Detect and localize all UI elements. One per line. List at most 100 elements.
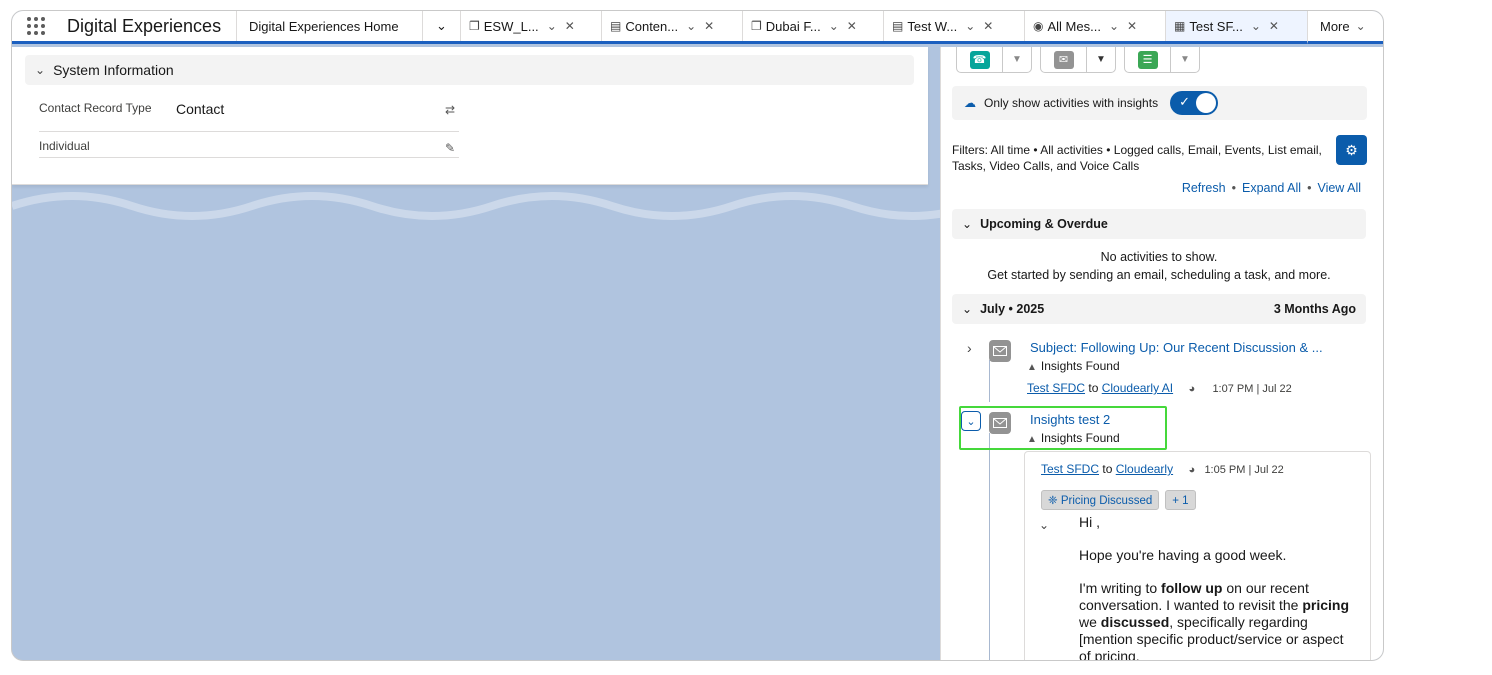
more-insights-pill[interactable]: + 1 xyxy=(1165,490,1196,510)
email-icon xyxy=(989,340,1011,362)
field-individual: Individual ✎ xyxy=(39,139,459,158)
doc-icon: ▤ xyxy=(892,19,904,33)
chevron-down-icon[interactable]: ⌄ xyxy=(965,19,975,33)
einstein-icon: ▲ xyxy=(1027,362,1037,373)
insights-toggle[interactable]: ✓ xyxy=(1170,91,1219,115)
recipient-link[interactable]: Cloudearly xyxy=(1116,462,1173,476)
chevron-down-icon: ⌄ xyxy=(1355,19,1366,33)
email-button[interactable]: ✉ xyxy=(1041,47,1087,72)
pencil-icon[interactable]: ✎ xyxy=(445,141,455,155)
tab-label: More xyxy=(1320,18,1350,34)
task-menu-button[interactable]: ▼ xyxy=(1171,47,1199,72)
tab-label: Test SF... xyxy=(1189,18,1243,34)
system-information-section-header[interactable]: ⌄ System Information xyxy=(25,55,914,85)
month-group-header[interactable]: ⌄ July • 2025 3 Months Ago xyxy=(952,294,1366,324)
background-pattern xyxy=(12,192,940,220)
recipient-link[interactable]: Cloudearly AI xyxy=(1102,381,1173,395)
email-button-group: ✉ ▼ xyxy=(1040,47,1116,73)
log-call-button-group: ☎ ▼ xyxy=(956,47,1032,73)
activity-subject-link[interactable]: Insights test 2 xyxy=(1030,412,1110,427)
empty-line-1: No activities to show. xyxy=(1100,250,1218,264)
activity-action-buttons: ☎ ▼ ✉ ▼ ☰ ▼ xyxy=(956,47,1208,73)
field-contact-record-type: Contact Record Type Contact ⇄ xyxy=(39,101,459,132)
copy-icon: ❐ xyxy=(469,19,480,33)
upcoming-overdue-header[interactable]: ⌄ Upcoming & Overdue xyxy=(952,209,1366,239)
tab-overflow-chevron[interactable]: ⌄ xyxy=(423,11,461,41)
einstein-icon: ▲ xyxy=(1027,434,1037,445)
tab-test-sfdc[interactable]: ▦ Test SF... ⌄ ✕ xyxy=(1166,11,1308,44)
chevron-down-icon[interactable]: ⌄ xyxy=(1251,19,1261,33)
contact-card-icon: ▦ xyxy=(1174,19,1186,33)
email-icon: ✉ xyxy=(1053,50,1074,69)
empty-line-2: Get started by sending an email, schedul… xyxy=(987,268,1331,282)
chevron-right-icon[interactable]: › xyxy=(967,340,972,356)
insight-pills: ❈ Pricing Discussed + 1 xyxy=(1041,490,1202,510)
log-call-menu-button[interactable]: ▼ xyxy=(1003,47,1031,72)
phone-icon: ☎ xyxy=(969,50,990,69)
tab-more[interactable]: More ⌄ xyxy=(1308,11,1374,41)
group-title: July • 2025 xyxy=(980,302,1045,316)
gear-icon: ⚙ xyxy=(1345,141,1358,158)
task-button-group: ☰ ▼ xyxy=(1124,47,1200,73)
close-icon[interactable]: ✕ xyxy=(565,19,575,33)
view-all-link[interactable]: View All xyxy=(1317,181,1361,195)
field-label: Contact Record Type xyxy=(39,101,152,115)
chevron-down-icon[interactable]: ⌄ xyxy=(829,19,839,33)
filter-settings-button[interactable]: ⚙ xyxy=(1336,135,1367,165)
top-navigation: Digital Experiences Digital Experiences … xyxy=(12,11,1383,44)
field-value: Contact xyxy=(176,101,225,117)
chevron-down-icon: ⌄ xyxy=(962,217,973,231)
chevron-down-icon: ⌄ xyxy=(35,63,46,77)
tab-label: Test W... xyxy=(907,18,958,34)
pricing-discussed-pill[interactable]: ❈ Pricing Discussed xyxy=(1041,490,1160,510)
activity-time: 1:07 PM | Jul 22 xyxy=(1212,383,1292,395)
insights-badge: ▲ Insights Found xyxy=(1027,359,1120,373)
einstein-icon: ☁ xyxy=(964,96,976,110)
tab-content[interactable]: ▤ Conten... ⌄ ✕ xyxy=(602,11,743,41)
tab-esw[interactable]: ❐ ESW_L... ⌄ ✕ xyxy=(461,11,602,41)
close-icon[interactable]: ✕ xyxy=(847,19,857,33)
tab-digital-experiences-home[interactable]: Digital Experiences Home xyxy=(237,11,423,41)
chevron-down-icon: ⌄ xyxy=(436,18,447,33)
new-task-button[interactable]: ☰ xyxy=(1125,47,1171,72)
email-paragraph: Hope you're having a good week. xyxy=(1079,547,1287,563)
group-age: 3 Months Ago xyxy=(1273,302,1356,316)
email-menu-button[interactable]: ▼ xyxy=(1087,47,1115,72)
chevron-down-icon[interactable]: ⌄ xyxy=(1109,19,1119,33)
task-list-icon: ☰ xyxy=(1137,50,1158,69)
close-icon[interactable]: ✕ xyxy=(983,19,993,33)
email-body: Hi , Hope you're having a good week. I'm… xyxy=(1079,514,1359,661)
app-window: Digital Experiences Digital Experiences … xyxy=(11,10,1384,661)
tab-label: All Mes... xyxy=(1047,18,1101,34)
email-paragraph: I'm writing to follow up on our recent c… xyxy=(1079,580,1350,661)
chevron-down-icon[interactable]: ⌄ xyxy=(1039,518,1049,532)
activity-subject-link[interactable]: Subject: Following Up: Our Recent Discus… xyxy=(1030,340,1323,355)
sender-link[interactable]: Test SFDC xyxy=(1041,462,1099,476)
tab-test-w[interactable]: ▤ Test W... ⌄ ✕ xyxy=(884,11,1025,41)
change-record-type-icon[interactable]: ⇄ xyxy=(445,103,455,117)
expand-all-link[interactable]: Expand All xyxy=(1242,181,1301,195)
tab-dubai[interactable]: ❐ Dubai F... ⌄ ✕ xyxy=(743,11,884,41)
refresh-link[interactable]: Refresh xyxy=(1182,181,1226,195)
chat-icon: ◉ xyxy=(1033,19,1044,33)
log-call-button[interactable]: ☎ xyxy=(957,47,1003,72)
sender-link[interactable]: Test SFDC xyxy=(1027,381,1085,395)
close-icon[interactable]: ✕ xyxy=(1269,19,1279,33)
close-icon[interactable]: ✕ xyxy=(704,19,714,33)
toggle-label: Only show activities with insights xyxy=(984,96,1159,110)
filters-summary: Filters: All time • All activities • Log… xyxy=(952,143,1322,173)
activity-meta: Test SFDC to Cloudearly AI ◕ 1:07 PM | J… xyxy=(1027,381,1292,395)
close-icon[interactable]: ✕ xyxy=(1127,19,1137,33)
chevron-down-icon[interactable]: ⌄ xyxy=(547,19,557,33)
app-name: Digital Experiences xyxy=(67,15,222,36)
timeline-connector xyxy=(989,360,990,402)
activity-detail-card: Test SFDC to Cloudearly ◕ 1:05 PM | Jul … xyxy=(1024,451,1371,661)
collapse-activity-button[interactable]: ⌄ xyxy=(961,411,981,431)
timeline-links: Refresh • Expand All • View All xyxy=(1181,181,1361,195)
tab-all-messages[interactable]: ◉ All Mes... ⌄ ✕ xyxy=(1025,11,1166,41)
chevron-down-icon[interactable]: ⌄ xyxy=(686,19,696,33)
app-launcher-icon[interactable] xyxy=(27,15,49,37)
email-icon xyxy=(989,412,1011,434)
tab-label: Conten... xyxy=(625,18,679,34)
insights-filter-row: ☁ Only show activities with insights ✓ xyxy=(952,86,1367,120)
